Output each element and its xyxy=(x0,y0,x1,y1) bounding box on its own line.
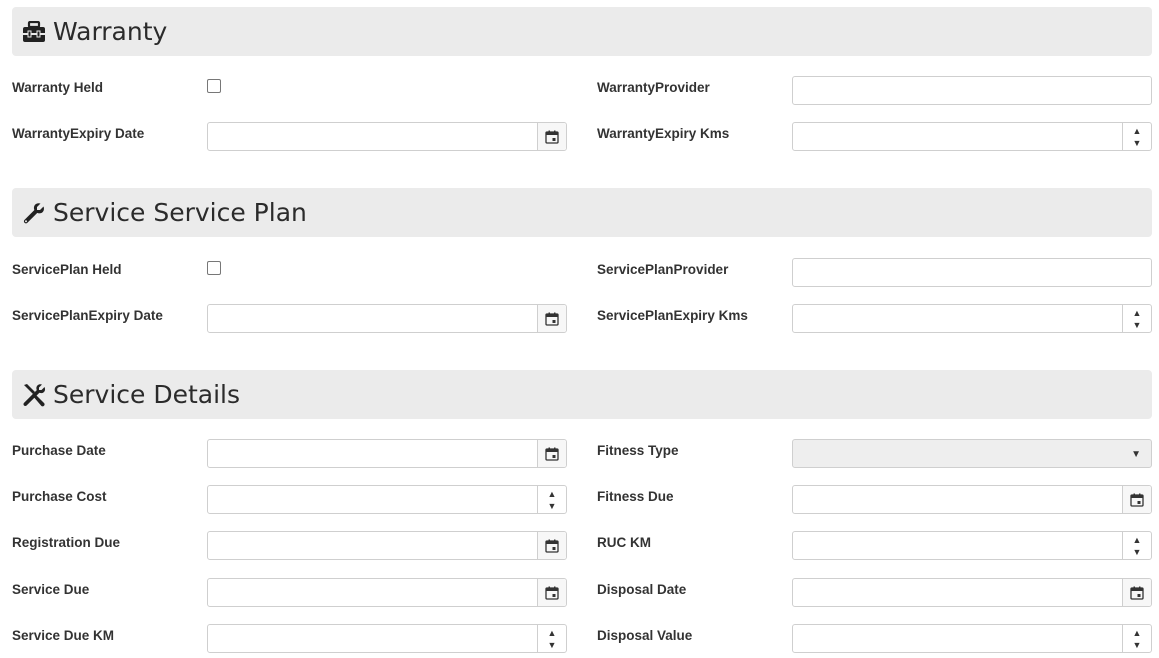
spin-down[interactable]: ▼ xyxy=(548,639,557,651)
spin-down[interactable]: ▼ xyxy=(1133,639,1142,651)
service-plan-expiry-kms-label: ServicePlanExpiry Kms xyxy=(597,308,748,323)
service-due-km-label: Service Due KM xyxy=(12,628,115,643)
spin-up[interactable]: ▲ xyxy=(1133,125,1142,137)
spin-up[interactable]: ▲ xyxy=(1133,534,1142,546)
warranty-held-checkbox[interactable] xyxy=(207,79,221,93)
spin-up[interactable]: ▲ xyxy=(548,627,557,639)
service-plan-expiry-kms-input[interactable]: ▲ ▼ xyxy=(792,304,1152,333)
fitness-type-select[interactable]: ▼ xyxy=(792,439,1152,468)
fitness-type-label: Fitness Type xyxy=(597,443,679,458)
service-details-section-header: Service Details xyxy=(12,370,1152,419)
calendar-icon[interactable] xyxy=(537,123,566,150)
fitness-due-input[interactable] xyxy=(792,485,1152,514)
spinner-arrows-icon[interactable]: ▲ ▼ xyxy=(1122,532,1151,559)
wrench-icon xyxy=(21,200,47,226)
purchase-cost-input[interactable]: ▲ ▼ xyxy=(207,485,567,514)
service-due-label: Service Due xyxy=(12,582,90,597)
service-plan-provider-input[interactable] xyxy=(792,258,1152,287)
purchase-date-label: Purchase Date xyxy=(12,443,106,458)
calendar-icon[interactable] xyxy=(537,579,566,606)
disposal-value-input[interactable]: ▲ ▼ xyxy=(792,624,1152,653)
registration-due-label: Registration Due xyxy=(12,535,121,550)
disposal-date-label: Disposal Date xyxy=(597,582,687,597)
warranty-title: Warranty xyxy=(53,17,168,46)
purchase-cost-label: Purchase Cost xyxy=(12,489,107,504)
warranty-held-label: Warranty Held xyxy=(12,80,104,95)
disposal-value-label: Disposal Value xyxy=(597,628,693,643)
calendar-icon[interactable] xyxy=(537,440,566,467)
service-plan-held-checkbox[interactable] xyxy=(207,261,221,275)
ruc-km-label: RUC KM xyxy=(597,535,651,550)
service-plan-held-label: ServicePlan Held xyxy=(12,262,122,277)
spin-down[interactable]: ▼ xyxy=(1133,137,1142,149)
spin-up[interactable]: ▲ xyxy=(1133,627,1142,639)
spin-down[interactable]: ▼ xyxy=(1133,319,1142,331)
service-plan-expiry-date-input[interactable] xyxy=(207,304,567,333)
spin-up[interactable]: ▲ xyxy=(1133,307,1142,319)
spinner-arrows-icon[interactable]: ▲ ▼ xyxy=(1122,305,1151,332)
tools-icon xyxy=(21,382,47,408)
calendar-icon[interactable] xyxy=(1122,486,1151,513)
service-plan-provider-label: ServicePlanProvider xyxy=(597,262,729,277)
service-plan-title: Service Service Plan xyxy=(53,198,307,227)
warranty-expiry-kms-input[interactable]: ▲ ▼ xyxy=(792,122,1152,151)
caret-down-icon[interactable]: ▼ xyxy=(1131,449,1141,460)
spinner-arrows-icon[interactable]: ▲ ▼ xyxy=(1122,123,1151,150)
warranty-expiry-date-input[interactable] xyxy=(207,122,567,151)
warranty-expiry-date-label: WarrantyExpiry Date xyxy=(12,126,145,141)
disposal-date-input[interactable] xyxy=(792,578,1152,607)
service-plan-section-header: Service Service Plan xyxy=(12,188,1152,237)
service-due-input[interactable] xyxy=(207,578,567,607)
spin-down[interactable]: ▼ xyxy=(1133,546,1142,558)
calendar-icon[interactable] xyxy=(537,305,566,332)
service-due-km-input[interactable]: ▲ ▼ xyxy=(207,624,567,653)
service-plan-expiry-date-label: ServicePlanExpiry Date xyxy=(12,308,163,323)
calendar-icon[interactable] xyxy=(537,532,566,559)
purchase-date-input[interactable] xyxy=(207,439,567,468)
toolbox-icon xyxy=(21,19,47,45)
ruc-km-input[interactable]: ▲ ▼ xyxy=(792,531,1152,560)
registration-due-input[interactable] xyxy=(207,531,567,560)
spinner-arrows-icon[interactable]: ▲ ▼ xyxy=(537,625,566,652)
warranty-section-header: Warranty xyxy=(12,7,1152,56)
calendar-icon[interactable] xyxy=(1122,579,1151,606)
spin-down[interactable]: ▼ xyxy=(548,500,557,512)
service-details-title: Service Details xyxy=(53,380,241,409)
warranty-provider-label: WarrantyProvider xyxy=(597,80,710,95)
spin-up[interactable]: ▲ xyxy=(548,488,557,500)
spinner-arrows-icon[interactable]: ▲ ▼ xyxy=(537,486,566,513)
warranty-provider-input[interactable] xyxy=(792,76,1152,105)
spinner-arrows-icon[interactable]: ▲ ▼ xyxy=(1122,625,1151,652)
warranty-expiry-kms-label: WarrantyExpiry Kms xyxy=(597,126,730,141)
fitness-due-label: Fitness Due xyxy=(597,489,674,504)
